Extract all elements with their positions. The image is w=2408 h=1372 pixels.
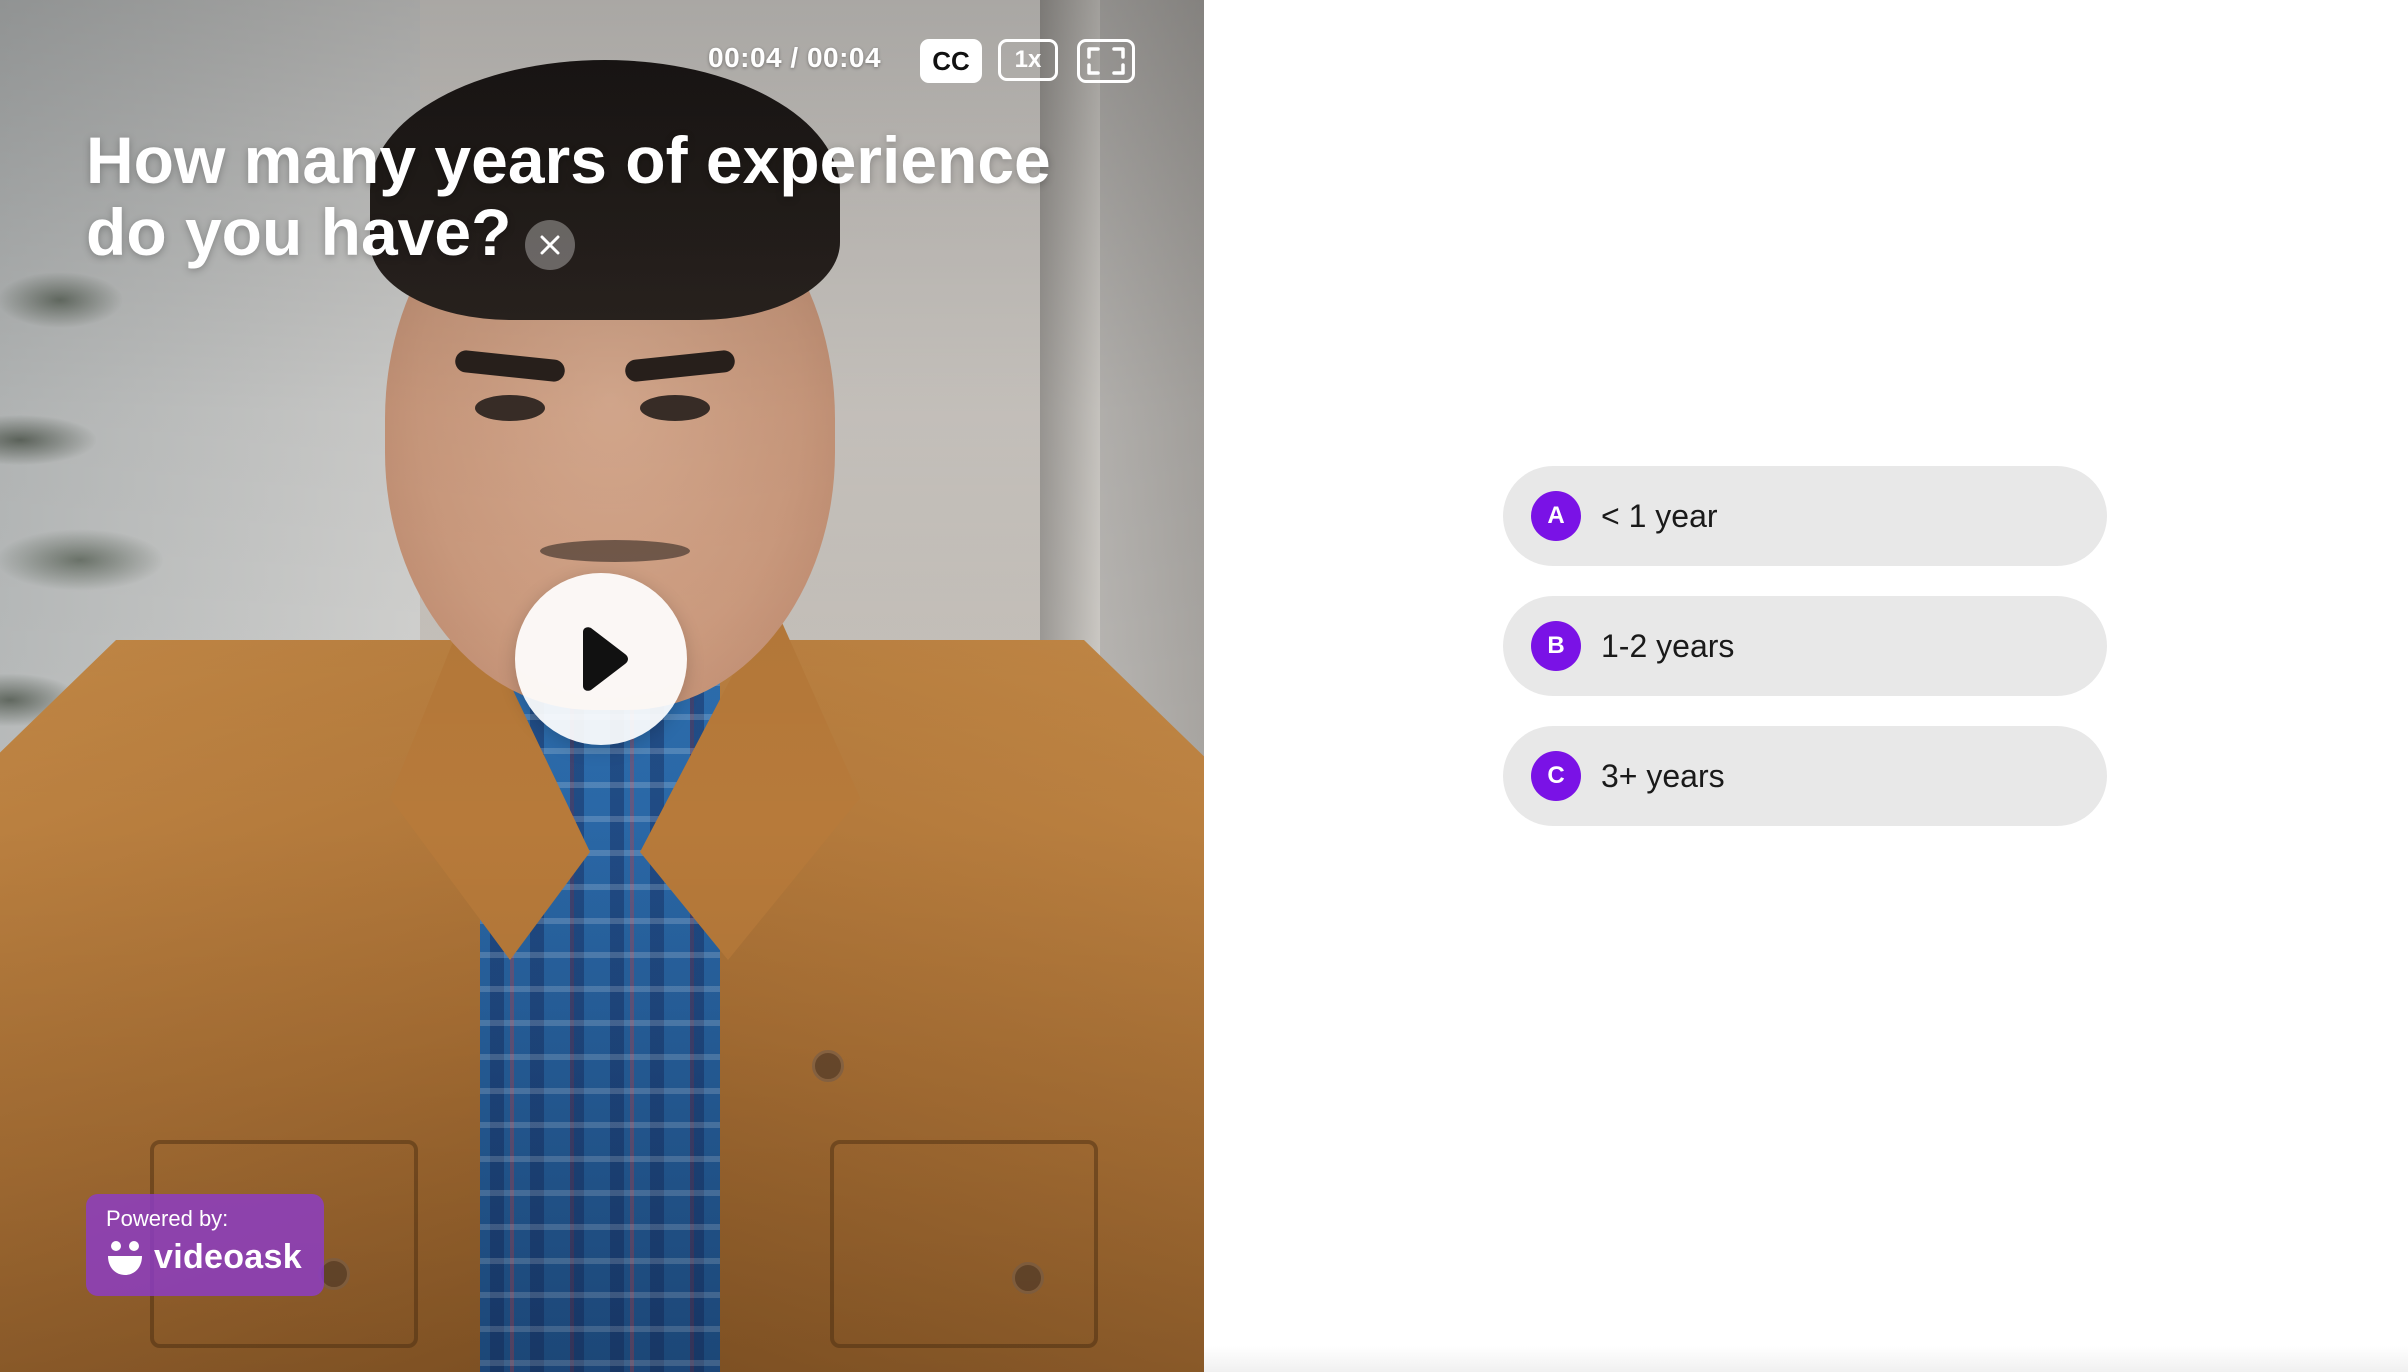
- option-letter-badge: C: [1531, 751, 1581, 801]
- play-icon: [583, 627, 628, 691]
- option-label: 3+ years: [1601, 757, 1725, 794]
- option-label: < 1 year: [1601, 497, 1718, 534]
- option-letter-badge: A: [1531, 491, 1581, 541]
- videoask-smile-icon: [108, 1240, 142, 1275]
- video-time: 00:04 / 00:04: [708, 42, 882, 73]
- bottom-edge: [1204, 1346, 2408, 1372]
- brand-row: videoask: [106, 1238, 304, 1277]
- playback-speed-label: 1x: [1014, 46, 1042, 73]
- question-title: How many years of experience do you have…: [86, 123, 1051, 269]
- powered-by-badge[interactable]: Powered by: videoask: [86, 1194, 324, 1296]
- close-icon: [540, 235, 560, 255]
- fullscreen-button[interactable]: [1077, 39, 1135, 83]
- option-label: 1-2 years: [1601, 627, 1735, 664]
- answer-options: A < 1 year B 1-2 years C 3+ years: [1503, 466, 2107, 856]
- videoask-page: 00:04 / 00:04 CC 1x How many years of ex…: [0, 0, 2408, 1372]
- playback-speed-button[interactable]: 1x: [998, 39, 1058, 81]
- option-letter-badge: B: [1531, 621, 1581, 671]
- close-question-button[interactable]: [525, 220, 575, 270]
- captions-button[interactable]: CC: [920, 39, 982, 83]
- powered-by-label: Powered by:: [106, 1206, 229, 1231]
- brand-name: videoask: [154, 1238, 302, 1276]
- option-a[interactable]: A < 1 year: [1503, 466, 2107, 566]
- play-button[interactable]: [515, 573, 687, 745]
- option-b[interactable]: B 1-2 years: [1503, 596, 2107, 696]
- option-c[interactable]: C 3+ years: [1503, 726, 2107, 826]
- fullscreen-icon: [1087, 47, 1125, 75]
- video-player[interactable]: 00:04 / 00:04 CC 1x How many years of ex…: [0, 0, 1204, 1372]
